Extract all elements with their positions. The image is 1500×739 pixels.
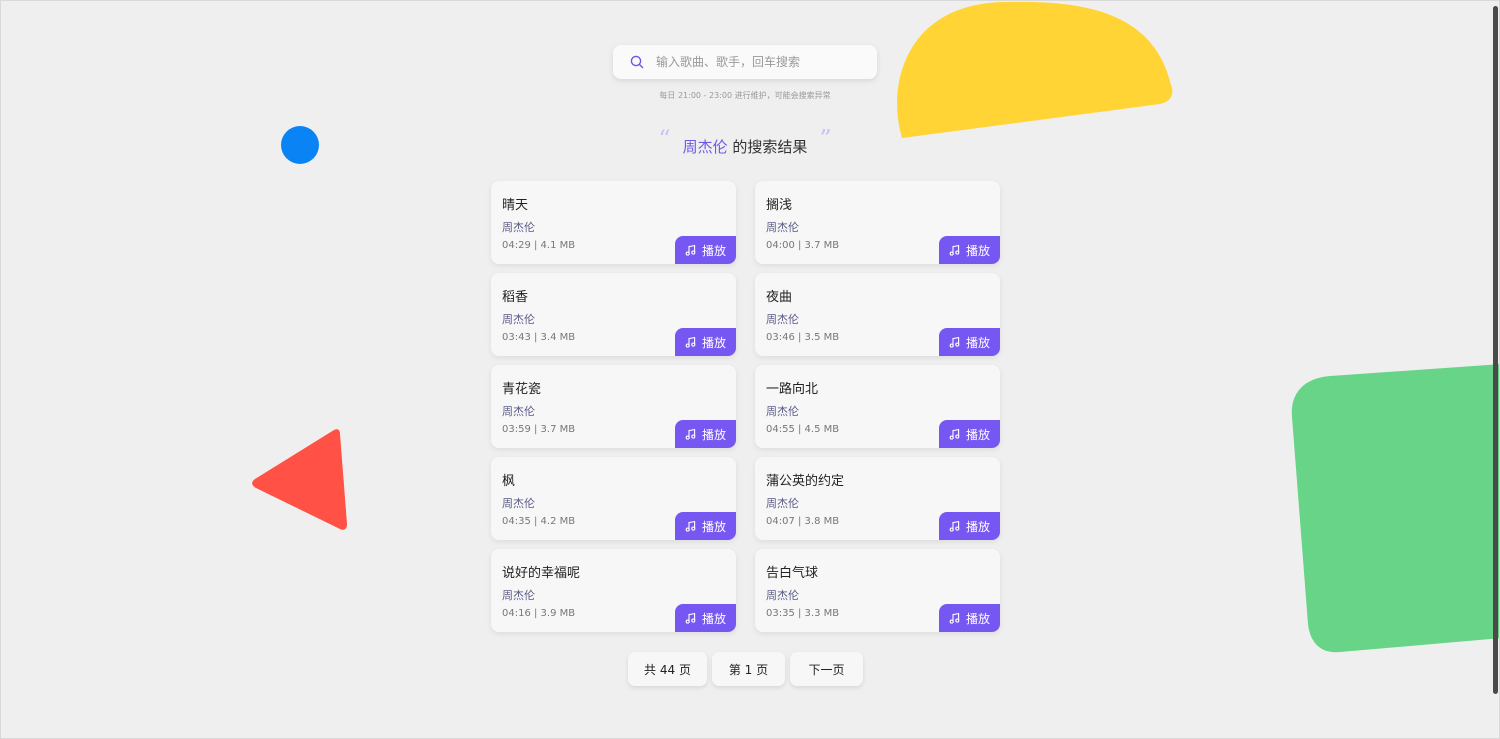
search-input[interactable] [656, 55, 846, 69]
play-button[interactable]: 播放 [939, 420, 1000, 448]
open-quote-mark: “ [658, 125, 671, 153]
song-grid: 晴天 周杰伦 04:29 | 4.1 MB 播放 搁浅 周杰伦 04:00 | … [491, 181, 1000, 632]
play-label: 播放 [965, 427, 990, 442]
song-card: 说好的幸福呢 周杰伦 04:16 | 3.9 MB 播放 [491, 549, 736, 632]
song-artist: 周杰伦 [766, 221, 799, 234]
play-button[interactable]: 播放 [939, 236, 1000, 264]
play-button[interactable]: 播放 [939, 328, 1000, 356]
play-label: 播放 [701, 243, 726, 258]
song-card: 晴天 周杰伦 04:29 | 4.1 MB 播放 [491, 181, 736, 264]
song-artist: 周杰伦 [766, 589, 799, 602]
song-meta: 04:35 | 4.2 MB [502, 516, 576, 527]
play-button[interactable]: 播放 [675, 420, 736, 448]
play-button[interactable]: 播放 [675, 328, 736, 356]
results-heading: “ 周杰伦 的搜索结果 ” [640, 125, 850, 158]
song-meta: 03:35 | 3.3 MB [766, 608, 840, 619]
song-artist: 周杰伦 [766, 313, 799, 326]
music-note-icon [685, 612, 696, 624]
song-meta: 03:59 | 3.7 MB [502, 424, 576, 435]
song-card: 夜曲 周杰伦 03:46 | 3.5 MB 播放 [755, 273, 1000, 356]
song-meta: 04:16 | 3.9 MB [502, 608, 576, 619]
song-meta: 03:43 | 3.4 MB [502, 332, 576, 343]
song-title: 一路向北 [766, 382, 819, 397]
music-note-icon [685, 520, 696, 532]
play-label: 播放 [965, 611, 990, 626]
play-label: 播放 [701, 611, 726, 626]
song-artist: 周杰伦 [502, 589, 535, 602]
song-card: 蒲公英的约定 周杰伦 04:07 | 3.8 MB 播放 [755, 457, 1000, 540]
music-note-icon [949, 612, 960, 624]
song-card: 告白气球 周杰伦 03:35 | 3.3 MB 播放 [755, 549, 1000, 632]
play-label: 播放 [965, 519, 990, 534]
song-artist: 周杰伦 [502, 497, 535, 510]
song-card: 一路向北 周杰伦 04:55 | 4.5 MB 播放 [755, 365, 1000, 448]
play-label: 播放 [965, 335, 990, 350]
heading-artist: 周杰伦 [682, 138, 728, 156]
song-meta: 04:00 | 3.7 MB [766, 240, 840, 251]
song-title: 告白气球 [766, 566, 819, 581]
music-note-icon [685, 336, 696, 348]
play-label: 播放 [701, 335, 726, 350]
yellow-semicircle-shape [897, 1, 1173, 138]
song-title: 搁浅 [766, 198, 793, 213]
music-note-icon [685, 428, 696, 440]
song-meta: 03:46 | 3.5 MB [766, 332, 840, 343]
play-label: 播放 [701, 519, 726, 534]
next-page-button[interactable]: 下一页 [790, 652, 863, 686]
music-note-icon [949, 244, 960, 256]
search-icon [630, 55, 644, 69]
play-button[interactable]: 播放 [675, 236, 736, 264]
song-card: 青花瓷 周杰伦 03:59 | 3.7 MB 播放 [491, 365, 736, 448]
current-page-label: 第 1 页 [712, 652, 785, 686]
play-button[interactable]: 播放 [675, 512, 736, 540]
green-square-shape [1291, 364, 1500, 653]
total-pages-label: 共 44 页 [628, 652, 707, 686]
song-title: 晴天 [502, 198, 529, 213]
song-card: 稻香 周杰伦 03:43 | 3.4 MB 播放 [491, 273, 736, 356]
music-note-icon [949, 336, 960, 348]
search-bar[interactable] [613, 45, 877, 79]
play-button[interactable]: 播放 [675, 604, 736, 632]
close-quote-mark: ” [819, 125, 832, 153]
pagination: 共 44 页 第 1 页 下一页 [628, 652, 863, 686]
song-title: 青花瓷 [502, 382, 542, 397]
song-artist: 周杰伦 [502, 221, 535, 234]
song-meta: 04:55 | 4.5 MB [766, 424, 840, 435]
music-note-icon [949, 520, 960, 532]
song-title: 夜曲 [766, 290, 793, 305]
song-title: 蒲公英的约定 [766, 474, 845, 489]
song-meta: 04:07 | 3.8 MB [766, 516, 840, 527]
song-title: 说好的幸福呢 [502, 566, 581, 581]
song-card: 枫 周杰伦 04:35 | 4.2 MB 播放 [491, 457, 736, 540]
song-title: 稻香 [502, 290, 529, 305]
song-artist: 周杰伦 [766, 405, 799, 418]
song-artist: 周杰伦 [766, 497, 799, 510]
play-button[interactable]: 播放 [939, 604, 1000, 632]
play-label: 播放 [965, 243, 990, 258]
play-button[interactable]: 播放 [939, 512, 1000, 540]
song-meta: 04:29 | 4.1 MB [502, 240, 576, 251]
blue-circle-shape [281, 126, 319, 164]
scrollbar[interactable] [1493, 6, 1498, 694]
music-note-icon [949, 428, 960, 440]
song-card: 搁浅 周杰伦 04:00 | 3.7 MB 播放 [755, 181, 1000, 264]
song-artist: 周杰伦 [502, 313, 535, 326]
maintenance-notice: 每日 21:00 - 23:00 进行维护，可能会搜索异常 [659, 91, 831, 100]
song-title: 枫 [502, 474, 516, 489]
red-triangle-shape [252, 429, 347, 530]
play-label: 播放 [701, 427, 726, 442]
song-artist: 周杰伦 [502, 405, 535, 418]
heading-suffix: 的搜索结果 [727, 138, 808, 156]
music-note-icon [685, 244, 696, 256]
